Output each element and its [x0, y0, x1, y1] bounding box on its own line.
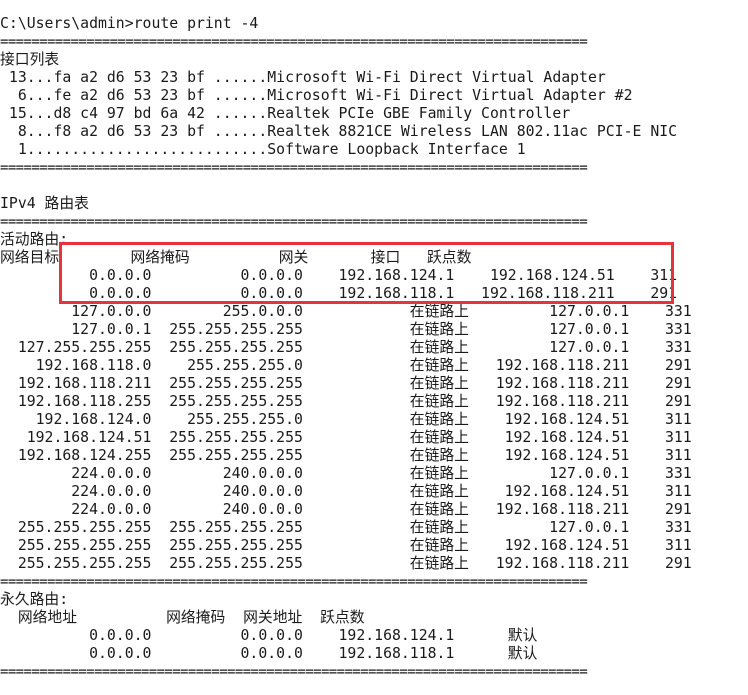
persistent-route-row: 0.0.0.0 0.0.0.0 192.168.124.1 默认 [0, 627, 538, 644]
interface-row: 8...f8 a2 d6 53 23 bf ......Realtek 8821… [0, 123, 678, 140]
interface-list-title: 接口列表 [0, 51, 60, 68]
active-routes-title: 活动路由: [0, 231, 69, 248]
route-row: 127.0.0.1 255.255.255.255 在链路上 127.0.0.1… [0, 321, 692, 338]
route-row: 224.0.0.0 240.0.0.0 在链路上 192.168.124.51 … [0, 483, 692, 500]
interface-row: 6...fe a2 d6 53 23 bf ......Microsoft Wi… [0, 87, 633, 104]
route-row: 192.168.118.211 255.255.255.255 在链路上 192… [0, 375, 692, 392]
ipv4-table-title: IPv4 路由表 [0, 195, 89, 212]
route-row: 255.255.255.255 255.255.255.255 在链路上 127… [0, 519, 692, 536]
route-row: 0.0.0.0 0.0.0.0 192.168.118.1 192.168.11… [0, 285, 678, 302]
console-window[interactable]: C:\Users\admin>route print -4 ==========… [0, 0, 748, 695]
route-row: 255.255.255.255 255.255.255.255 在链路上 192… [0, 537, 692, 554]
route-row: 192.168.118.255 255.255.255.255 在链路上 192… [0, 393, 692, 410]
route-row: 127.0.0.0 255.0.0.0 在链路上 127.0.0.1 331 [0, 303, 692, 320]
route-row: 0.0.0.0 0.0.0.0 192.168.124.1 192.168.12… [0, 267, 678, 284]
separator-line: ========================================… [0, 664, 588, 680]
route-row: 192.168.124.255 255.255.255.255 在链路上 192… [0, 447, 692, 464]
interface-row: 15...d8 c4 97 bd 6a 42 ......Realtek PCI… [0, 105, 571, 122]
route-table-header: 网络目标 网络掩码 网关 接口 跃点数 [0, 249, 472, 266]
separator-line: ========================================… [0, 34, 588, 50]
separator-line: ========================================… [0, 160, 588, 176]
route-row: 192.168.124.51 255.255.255.255 在链路上 192.… [0, 429, 692, 446]
route-row: 224.0.0.0 240.0.0.0 在链路上 192.168.118.211… [0, 501, 692, 518]
interface-row: 1...........................Software Loo… [0, 141, 526, 158]
persistent-routes-header: 网络地址 网络掩码 网关地址 跃点数 [0, 609, 365, 626]
route-row: 224.0.0.0 240.0.0.0 在链路上 127.0.0.1 331 [0, 465, 692, 482]
route-row: 255.255.255.255 255.255.255.255 在链路上 192… [0, 555, 692, 572]
separator-line: ========================================… [0, 574, 588, 590]
route-row: 192.168.124.0 255.255.255.0 在链路上 192.168… [0, 411, 692, 428]
persistent-route-row: 0.0.0.0 0.0.0.0 192.168.118.1 默认 [0, 645, 538, 662]
interface-row: 13...fa a2 d6 53 23 bf ......Microsoft W… [0, 69, 606, 86]
command-prompt-line: C:\Users\admin>route print -4 [0, 15, 259, 32]
persistent-routes-title: 永久路由: [0, 591, 69, 608]
separator-line: ========================================… [0, 214, 588, 230]
route-row: 127.255.255.255 255.255.255.255 在链路上 127… [0, 339, 692, 356]
route-row: 192.168.118.0 255.255.255.0 在链路上 192.168… [0, 357, 692, 374]
